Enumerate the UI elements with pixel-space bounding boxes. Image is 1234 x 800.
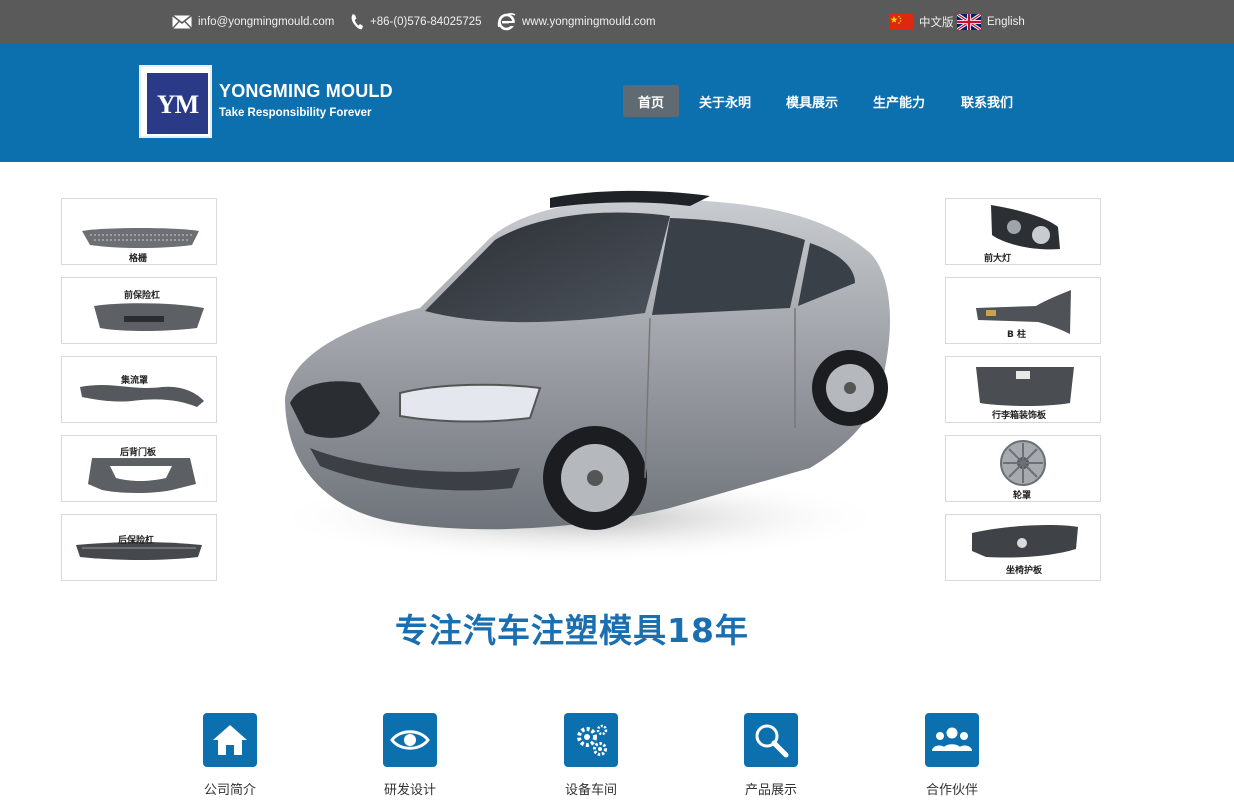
brand-tagline: Take Responsibility Forever: [219, 107, 372, 119]
website-text[interactable]: www.yongmingmould.com: [522, 16, 656, 28]
lang-en-link[interactable]: English: [957, 0, 1025, 43]
lang-cn-link[interactable]: 中文版: [889, 0, 954, 43]
part-thumb-headlamp[interactable]: 前大灯: [945, 198, 1101, 265]
part-caption: B 柱: [1007, 330, 1026, 340]
phone-text[interactable]: +86-(0)576-84025725: [370, 16, 482, 28]
part-thumb-wheel-cover[interactable]: 轮罩: [945, 435, 1101, 502]
part-caption: 后保险杠: [118, 536, 155, 546]
feature-products[interactable]: 产品展示: [744, 713, 798, 798]
email-contact[interactable]: info@yongmingmould.com: [172, 0, 334, 43]
part-thumb-seat-trim[interactable]: 坐椅护板: [945, 514, 1101, 581]
part-thumb-b-pillar[interactable]: B 柱: [945, 277, 1101, 344]
lang-en-text[interactable]: English: [987, 16, 1025, 28]
cowl-image: [80, 385, 204, 407]
logo-mark: YM: [147, 73, 208, 134]
part-caption: 前保险杠: [124, 291, 161, 301]
part-caption: 集流罩: [121, 376, 149, 386]
slogan-text: 专注汽车注塑模具18年: [395, 611, 749, 650]
part-caption: 前大灯: [984, 254, 1012, 264]
nav-capacity[interactable]: 生产能力: [866, 85, 932, 117]
feature-company-intro[interactable]: 公司简介: [203, 713, 257, 798]
website-contact[interactable]: www.yongmingmould.com: [497, 0, 656, 43]
logo-text: YM: [156, 90, 199, 119]
headlamp-image: [991, 205, 1060, 250]
feature-label[interactable]: 公司简介: [173, 779, 287, 798]
brand-name: YONGMING MOULD: [219, 81, 393, 101]
mail-icon: [172, 14, 192, 29]
people-icon[interactable]: [925, 713, 979, 767]
part-thumb-grille[interactable]: 格栅: [61, 198, 217, 265]
feature-label[interactable]: 合作伙伴: [895, 779, 1009, 798]
feature-label[interactable]: 产品展示: [714, 779, 828, 798]
part-thumb-tailgate[interactable]: 后背门板: [61, 435, 217, 502]
part-thumb-cowl[interactable]: 集流罩: [61, 356, 217, 423]
part-caption: 后背门板: [120, 448, 157, 458]
email-text[interactable]: info@yongmingmould.com: [198, 16, 334, 28]
feature-rd-design[interactable]: 研发设计: [383, 713, 437, 798]
part-caption: 坐椅护板: [1006, 566, 1043, 576]
feature-equipment-workshop[interactable]: 设备车间: [564, 713, 618, 798]
ie-icon: [497, 12, 516, 31]
uk-flag-icon: [957, 13, 981, 30]
feature-label[interactable]: 研发设计: [353, 779, 467, 798]
home-icon[interactable]: [203, 713, 257, 767]
nav-contact[interactable]: 联系我们: [954, 85, 1020, 117]
feature-partners[interactable]: 合作伙伴: [925, 713, 979, 798]
brand: YONGMING MOULD Take Responsibility Forev…: [219, 81, 393, 119]
part-caption: 格栅: [129, 254, 148, 264]
site-header: YM YONGMING MOULD Take Responsibility Fo…: [0, 43, 1234, 162]
nav-about[interactable]: 关于永明: [692, 85, 758, 117]
phone-contact[interactable]: +86-(0)576-84025725: [350, 0, 482, 43]
rear-bumper-image: [76, 542, 202, 560]
part-thumb-trunk-trim[interactable]: 行李箱装饰板: [945, 356, 1101, 423]
part-caption: 轮罩: [1013, 491, 1032, 501]
phone-icon: [350, 13, 364, 31]
feature-label[interactable]: 设备车间: [534, 779, 648, 798]
logo[interactable]: YM: [139, 65, 212, 138]
top-bar: info@yongmingmould.com +86-(0)576-840257…: [0, 0, 1234, 43]
part-caption: 行李箱装饰板: [992, 411, 1047, 421]
part-thumb-front-bumper[interactable]: 前保险杠: [61, 277, 217, 344]
eye-icon[interactable]: [383, 713, 437, 767]
nav-home[interactable]: 首页: [623, 85, 679, 117]
magnifier-icon[interactable]: [744, 713, 798, 767]
nav-moulds[interactable]: 模具展示: [779, 85, 845, 117]
gears-icon[interactable]: [564, 713, 618, 767]
part-thumb-rear-bumper[interactable]: 后保险杠: [61, 514, 217, 581]
china-flag-icon: [889, 13, 913, 30]
lang-cn-text[interactable]: 中文版: [919, 14, 954, 30]
slogan-banner: 专注汽车注塑模具18年: [385, 580, 800, 670]
